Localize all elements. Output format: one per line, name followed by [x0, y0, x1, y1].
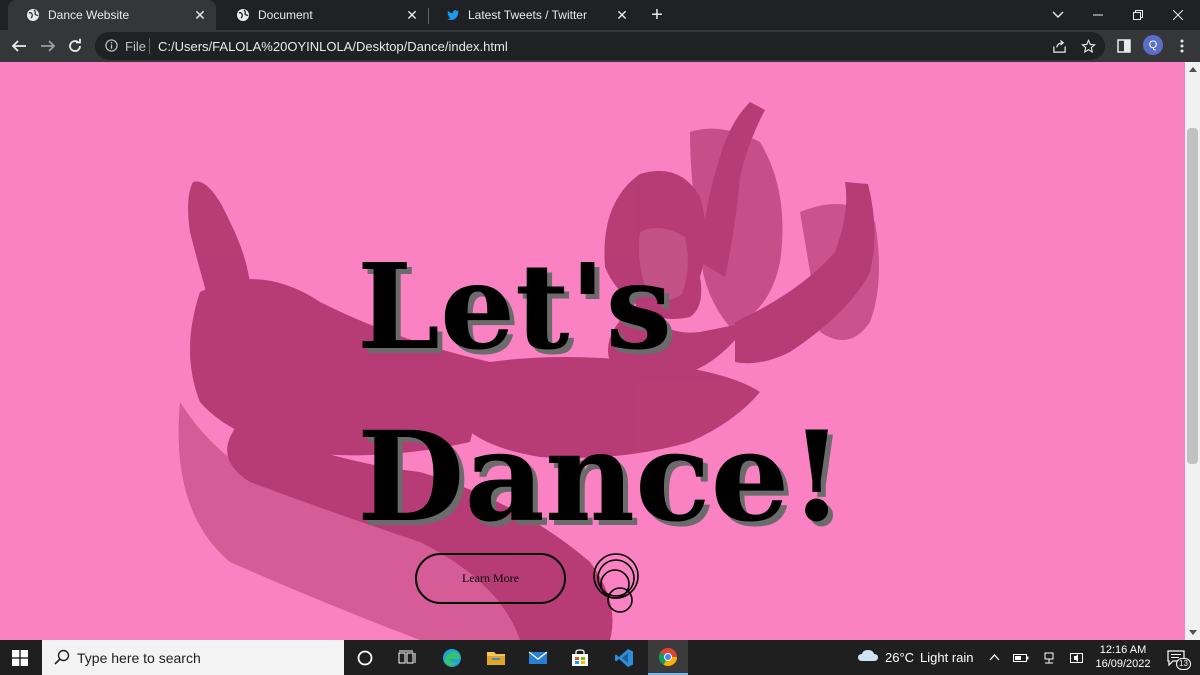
tab-dance-website[interactable]: Dance Website ✕: [8, 0, 216, 30]
side-panel-icon[interactable]: [1112, 34, 1136, 58]
page-scrollbar[interactable]: [1185, 62, 1200, 640]
windows-start-icon[interactable]: [0, 640, 40, 675]
scroll-circles-icon[interactable]: [590, 550, 642, 618]
new-tab-button[interactable]: +: [646, 5, 668, 27]
volume-icon[interactable]: [1066, 640, 1088, 675]
weather-condition: Light rain: [920, 650, 974, 665]
reload-icon[interactable]: [63, 34, 87, 58]
network-icon[interactable]: [1038, 640, 1060, 675]
share-icon[interactable]: [1050, 37, 1068, 55]
tab-twitter[interactable]: Latest Tweets / Twitter ✕: [428, 0, 638, 30]
microsoft-store-icon[interactable]: [560, 640, 600, 675]
file-explorer-icon[interactable]: [476, 640, 516, 675]
hero-heading-line-2: Dance!: [357, 405, 844, 550]
mail-icon[interactable]: [518, 640, 558, 675]
address-divider: [149, 38, 150, 54]
weather-widget[interactable]: 26°C Light rain: [857, 640, 974, 675]
info-icon[interactable]: [105, 39, 118, 55]
tab-search-chevron-icon[interactable]: [1038, 0, 1078, 30]
scroll-up-arrow-icon[interactable]: [1189, 67, 1197, 72]
vscode-icon[interactable]: [604, 640, 644, 675]
task-view-icon[interactable]: [387, 640, 427, 675]
minimize-icon[interactable]: [1078, 0, 1118, 30]
cortana-icon[interactable]: [345, 640, 385, 675]
clock-date: 16/09/2022: [1095, 658, 1151, 670]
bookmark-star-icon[interactable]: [1079, 37, 1097, 55]
address-url[interactable]: C:/Users/FALOLA%20OYINLOLA/Desktop/Dance…: [158, 39, 508, 54]
twitter-bird-icon: [446, 8, 460, 22]
system-clock[interactable]: 12:16 AM 16/09/2022: [1088, 643, 1158, 671]
page-viewport: Let's Dance! Learn More: [0, 62, 1185, 640]
close-icon[interactable]: ✕: [192, 7, 208, 23]
browser-toolbar: File C:/Users/FALOLA%20OYINLOLA/Desktop/…: [0, 30, 1200, 62]
scroll-down-arrow-icon[interactable]: [1189, 630, 1197, 635]
notification-count-badge: 13: [1176, 658, 1191, 670]
weather-temperature: 26°C: [885, 650, 915, 665]
profile-avatar[interactable]: Q: [1143, 35, 1163, 55]
close-icon[interactable]: ✕: [614, 7, 630, 23]
cloud-rain-icon: [857, 648, 879, 667]
learn-more-button[interactable]: Learn More: [415, 553, 566, 604]
notification-center-icon[interactable]: 13: [1164, 640, 1191, 675]
restore-icon[interactable]: [1118, 0, 1158, 30]
address-bar[interactable]: File C:/Users/FALOLA%20OYINLOLA/Desktop/…: [95, 32, 1105, 60]
taskbar-search-box[interactable]: Type here to search: [42, 640, 344, 675]
search-placeholder: Type here to search: [77, 650, 201, 666]
edge-browser-icon[interactable]: [432, 640, 472, 675]
windows-taskbar: Type here to search 26°C Light rain 12:1…: [0, 640, 1200, 675]
forward-arrow-icon[interactable]: [36, 34, 60, 58]
back-arrow-icon[interactable]: [7, 34, 31, 58]
search-icon: [54, 649, 70, 668]
close-window-icon[interactable]: [1158, 0, 1198, 30]
menu-kebab-icon[interactable]: [1170, 34, 1194, 58]
security-label: File: [125, 39, 146, 54]
chevron-up-icon[interactable]: [983, 640, 1005, 675]
battery-icon[interactable]: [1010, 640, 1032, 675]
tab-title: Document: [258, 8, 313, 22]
clock-time: 12:16 AM: [1099, 644, 1147, 656]
hero-heading-line-1: Let's: [357, 237, 673, 376]
globe-icon: [236, 8, 250, 22]
globe-icon: [26, 8, 40, 22]
tab-title: Latest Tweets / Twitter: [468, 8, 587, 22]
tab-strip: Dance Website ✕ Document ✕ Latest Tweets…: [0, 0, 1200, 30]
tab-document[interactable]: Document ✕: [218, 0, 428, 30]
scrollbar-thumb[interactable]: [1187, 128, 1198, 464]
tab-title: Dance Website: [48, 8, 130, 22]
chrome-icon[interactable]: [648, 640, 688, 675]
close-icon[interactable]: ✕: [404, 7, 420, 23]
